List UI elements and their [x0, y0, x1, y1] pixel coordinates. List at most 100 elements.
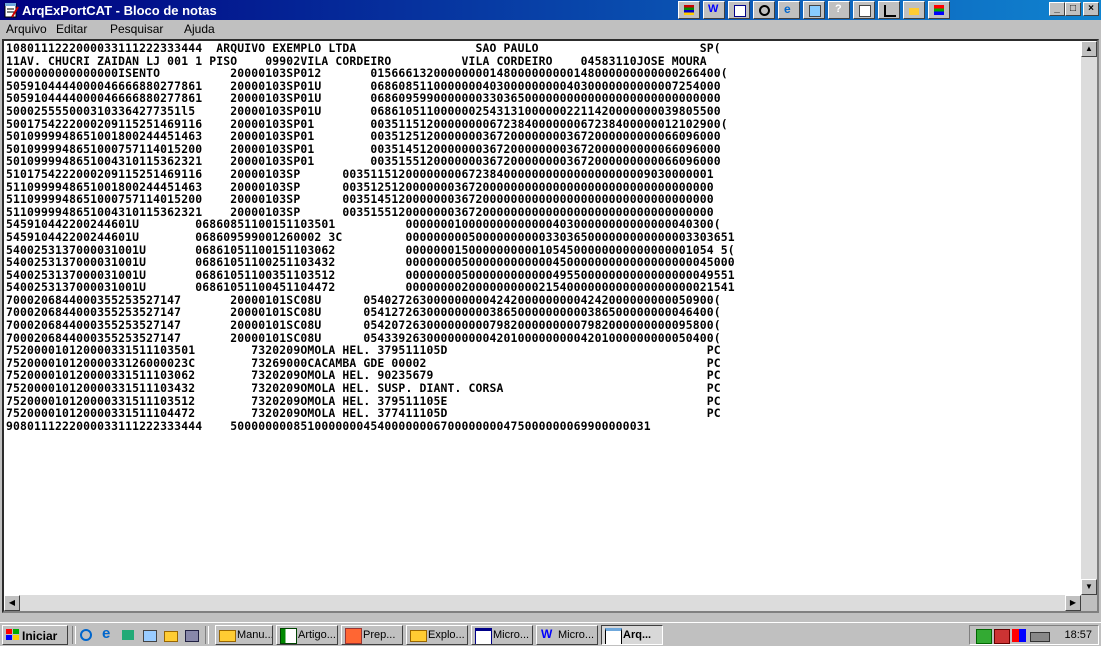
windows-logo-icon	[6, 629, 19, 640]
notepad-icon	[605, 628, 622, 644]
office-shortcut-help[interactable]: ?	[828, 1, 850, 19]
taskbar-separator	[72, 626, 76, 644]
vertical-scrollbar[interactable]: ▲ ▼	[1081, 41, 1097, 595]
word-icon: W	[708, 3, 719, 15]
task-explo[interactable]: Explo...	[406, 625, 468, 645]
folder-icon	[909, 8, 919, 15]
menu-editar[interactable]: Editar	[56, 22, 87, 36]
text-line[interactable]: 5110999948651000757114015200 20000103SP …	[6, 193, 1079, 206]
office-shortcut-1[interactable]	[678, 1, 700, 19]
text-line[interactable]: 5400253137000031001U 0686105110045110447…	[6, 281, 1079, 294]
task-label: Manu...	[237, 629, 273, 641]
task-prep[interactable]: Prep...	[341, 625, 403, 645]
word-icon: W	[541, 627, 553, 641]
text-line[interactable]: 5000255550003103364277351l5 20000103SP01…	[6, 105, 1079, 118]
text-line[interactable]: 7000206844000355253527147 20000101SC08U …	[6, 319, 1079, 332]
window-icon	[475, 628, 492, 644]
presentation-icon	[345, 628, 362, 644]
office-shortcut-bar: W e ?	[678, 1, 950, 19]
text-line[interactable]: 1080111222000033111222333444 ARQUIVO EXE…	[6, 42, 1079, 55]
scroll-left-button[interactable]: ◀	[4, 595, 20, 611]
office-shortcut-6[interactable]	[803, 1, 825, 19]
window-icon	[734, 5, 746, 17]
office-logo-icon	[684, 5, 694, 15]
text-line[interactable]: 5000000000000000ISENTO 20000103SP012 015…	[6, 67, 1079, 80]
menu-bar: Arquivo Editar Pesquisar Ajuda	[0, 20, 1101, 39]
explorer-icon	[410, 630, 427, 642]
text-line[interactable]: 9080111222000033111222333444 50000000085…	[6, 420, 1079, 433]
tray-keyboard-icon[interactable]	[1030, 632, 1050, 642]
task-label: Prep...	[363, 629, 396, 641]
office-shortcut-9[interactable]	[878, 1, 900, 19]
window-controls: _ □ ×	[1049, 2, 1099, 16]
magnifier-icon	[759, 5, 770, 16]
scroll-down-button[interactable]: ▼	[1081, 579, 1097, 595]
office-shortcut-3[interactable]	[728, 1, 750, 19]
menu-ajuda[interactable]: Ajuda	[184, 22, 215, 36]
taskbar: Iniciar e Manu... Artigo... Prep... Expl…	[0, 622, 1101, 646]
text-line[interactable]: 752000010120000331511103501 7320209OMOLA…	[6, 344, 1079, 357]
text-line[interactable]: 5010999948651001800244451463 20000103SP0…	[6, 130, 1079, 143]
office-shortcut-4[interactable]	[753, 1, 775, 19]
close-button[interactable]: ×	[1083, 2, 1099, 16]
task-arq-notepad[interactable]: Arq...	[601, 625, 663, 645]
quick-launch: e	[78, 625, 200, 643]
office-shortcut-ie[interactable]: e	[778, 1, 800, 19]
office-shortcut-word[interactable]: W	[703, 1, 725, 19]
text-line[interactable]: 752000010120000331511103432 7320209OMOLA…	[6, 382, 1079, 395]
tray-flag-icon[interactable]	[1012, 629, 1026, 642]
task-micro-2[interactable]: W Micro...	[536, 625, 598, 645]
office-shortcut-10[interactable]	[903, 1, 925, 19]
desktop-icon	[143, 630, 157, 642]
task-manu[interactable]: Manu...	[215, 625, 273, 645]
start-button[interactable]: Iniciar	[2, 625, 68, 645]
text-line[interactable]: 5101754222000209115251469116 20000103SP …	[6, 168, 1079, 181]
quick-launch-3[interactable]	[120, 627, 137, 643]
clock[interactable]: 18:57	[1064, 629, 1092, 641]
horizontal-scrollbar[interactable]: ◀ ▶	[4, 595, 1081, 611]
quick-launch-5[interactable]	[162, 627, 179, 643]
internet-explorer-icon: e	[102, 625, 111, 642]
text-line[interactable]: 752000010120000331511104472 7320209OMOLA…	[6, 407, 1079, 420]
task-label: Micro...	[493, 629, 530, 641]
quick-launch-1[interactable]	[78, 627, 95, 643]
task-label: Explo...	[428, 629, 465, 641]
task-micro-1[interactable]: Micro...	[471, 625, 533, 645]
explorer-icon	[164, 631, 178, 642]
office-shortcut-8[interactable]	[853, 1, 875, 19]
document-icon	[859, 5, 871, 17]
scroll-up-button[interactable]: ▲	[1081, 41, 1097, 57]
chart-icon	[884, 5, 896, 17]
task-label: Arq...	[623, 629, 652, 641]
help-icon: ?	[835, 3, 842, 15]
text-line[interactable]: 5400253137000031001U 0686105110025110343…	[6, 256, 1079, 269]
text-editor[interactable]: 1080111222000033111222333444 ARQUIVO EXE…	[2, 39, 1099, 613]
spreadsheet-icon	[280, 628, 297, 644]
task-label: Artigo...	[298, 629, 336, 641]
scrollbar-corner	[1081, 595, 1097, 611]
minimize-button[interactable]: _	[1049, 2, 1065, 16]
menu-arquivo[interactable]: Arquivo	[6, 22, 47, 36]
quick-launch-6[interactable]	[183, 627, 200, 643]
tray-network-icon[interactable]	[976, 629, 992, 644]
office-shortcut-11[interactable]	[928, 1, 950, 19]
calculator-icon	[185, 630, 199, 642]
window-title: ArqExPortCAT - Bloco de notas	[22, 3, 217, 18]
tray-app-icon[interactable]	[994, 629, 1010, 644]
title-bar[interactable]: ArqExPortCAT - Bloco de notas W e ? _ □ …	[0, 0, 1101, 20]
toolbar-icon	[934, 5, 944, 15]
quick-launch-4[interactable]	[141, 627, 158, 643]
image-icon	[809, 5, 821, 17]
channel-icon	[80, 629, 92, 641]
file-content[interactable]: 1080111222000033111222333444 ARQUIVO EXE…	[6, 42, 1079, 602]
internet-explorer-icon: e	[784, 2, 791, 16]
text-line[interactable]: 545910442200244601U 068609599001260002 3…	[6, 231, 1079, 244]
outlook-icon	[122, 630, 134, 640]
scroll-right-button[interactable]: ▶	[1065, 595, 1081, 611]
folder-icon	[219, 630, 236, 642]
task-artigo[interactable]: Artigo...	[276, 625, 338, 645]
notepad-icon	[4, 3, 19, 18]
menu-pesquisar[interactable]: Pesquisar	[110, 22, 163, 36]
maximize-button[interactable]: □	[1065, 2, 1081, 16]
quick-launch-ie[interactable]: e	[99, 625, 116, 643]
